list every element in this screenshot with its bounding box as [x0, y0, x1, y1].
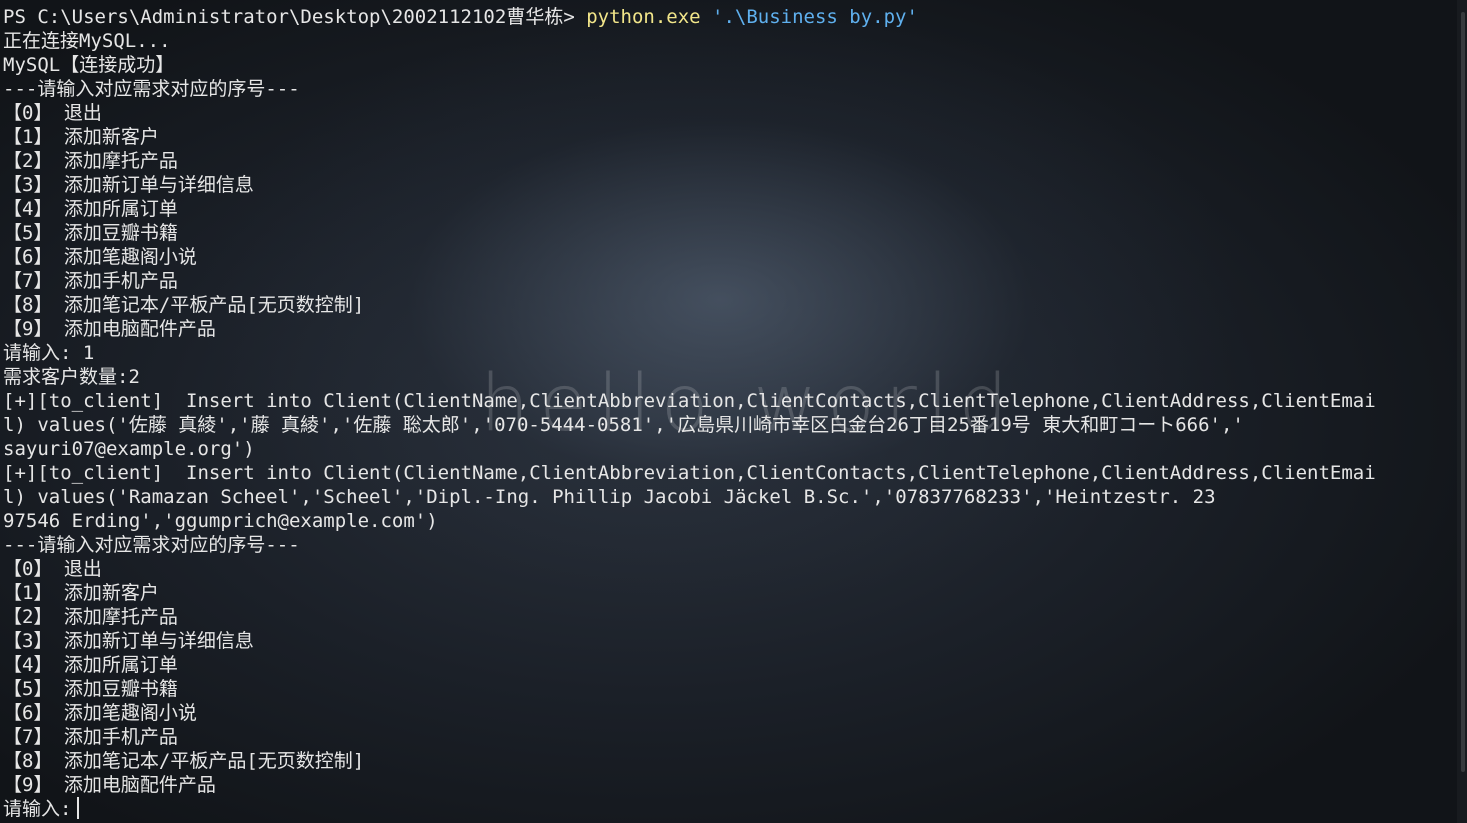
menu-item: 【3】 添加新订单与详细信息 — [3, 630, 254, 652]
scrollbar[interactable] — [1457, 0, 1467, 823]
command-argument: '.\Business by.py' — [700, 6, 918, 28]
menu-header: ---请输入对应需求对应的序号--- — [3, 534, 300, 556]
input-prompt: 请输入: — [3, 798, 72, 820]
menu-item: 【9】 添加电脑配件产品 — [3, 774, 216, 796]
shell-prompt: PS C:\Users\Administrator\Desktop\200211… — [3, 6, 587, 28]
menu-item: 【6】 添加笔趣阁小说 — [3, 246, 197, 268]
command-executable: python.exe — [586, 6, 701, 28]
menu-item: 【6】 添加笔趣阁小说 — [3, 702, 197, 724]
menu-item: 【1】 添加新客户 — [3, 126, 159, 148]
menu-item: 【4】 添加所属订单 — [3, 654, 178, 676]
menu-item: 【3】 添加新订单与详细信息 — [3, 174, 254, 196]
menu-item: 【1】 添加新客户 — [3, 582, 159, 604]
text-cursor[interactable] — [77, 797, 80, 819]
menu-item: 【9】 添加电脑配件产品 — [3, 318, 216, 340]
menu-item: 【2】 添加摩托产品 — [3, 606, 178, 628]
sql-log-line: l) values('佐藤 真綾','藤 真綾','佐藤 聡太郎','070-5… — [3, 414, 1244, 436]
sql-log-line: 97546 Erding','ggumprich@example.com') — [3, 510, 438, 532]
sql-log-line: l) values('Ramazan Scheel','Scheel','Dip… — [3, 486, 1216, 508]
output-line: 正在连接MySQL... — [3, 30, 171, 52]
menu-header: ---请输入对应需求对应的序号--- — [3, 78, 300, 100]
terminal-output: PS C:\Users\Administrator\Desktop\200211… — [3, 5, 1453, 821]
output-line: 需求客户数量:2 — [3, 366, 140, 388]
sql-log-line: [+][to_client] Insert into Client(Client… — [3, 462, 1376, 484]
menu-item: 【8】 添加笔记本/平板产品[无页数控制] — [3, 294, 365, 316]
scrollbar-thumb[interactable] — [1461, 12, 1465, 772]
terminal-window[interactable]: hello world PS C:\Users\Administrator\De… — [0, 0, 1467, 823]
menu-item: 【2】 添加摩托产品 — [3, 150, 178, 172]
sql-log-line: sayuri07@example.org') — [3, 438, 255, 460]
output-line: MySQL【连接成功】 — [3, 54, 175, 76]
menu-item: 【0】 退出 — [3, 102, 102, 124]
menu-item: 【5】 添加豆瓣书籍 — [3, 678, 178, 700]
output-line: 请输入: 1 — [3, 342, 95, 364]
menu-item: 【8】 添加笔记本/平板产品[无页数控制] — [3, 750, 365, 772]
menu-item: 【5】 添加豆瓣书籍 — [3, 222, 178, 244]
command-line: PS C:\Users\Administrator\Desktop\200211… — [3, 5, 1453, 29]
input-line[interactable]: 请输入: — [3, 797, 1453, 821]
menu-item: 【4】 添加所属订单 — [3, 198, 178, 220]
sql-log-line: [+][to_client] Insert into Client(Client… — [3, 390, 1376, 412]
menu-item: 【7】 添加手机产品 — [3, 270, 178, 292]
menu-item: 【0】 退出 — [3, 558, 102, 580]
menu-item: 【7】 添加手机产品 — [3, 726, 178, 748]
